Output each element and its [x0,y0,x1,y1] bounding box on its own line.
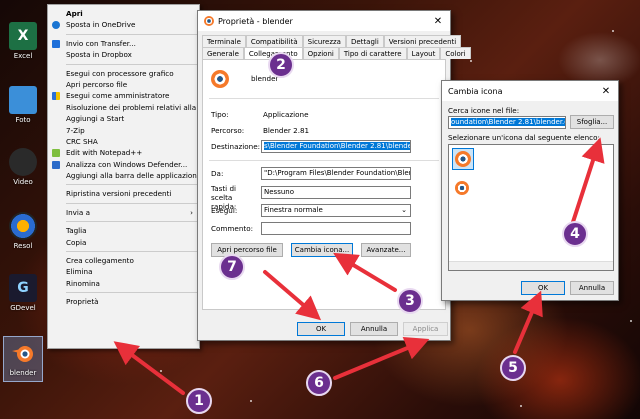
arrow-4 [571,137,605,224]
arrow-6 [333,337,430,380]
annotation-badge-7: 7 [219,254,245,280]
annotation-badge-5: 5 [500,355,526,381]
annotation-badge-1: 1 [186,388,212,414]
arrow-7 [263,270,322,321]
annotation-badge-3: 3 [397,288,423,314]
arrow-5 [513,290,543,354]
arrow-1 [113,341,185,395]
annotation-badge-2: 2 [268,52,294,78]
annotation-arrows [113,137,605,395]
annotation-badge-4: 4 [562,221,588,247]
arrow-3 [333,252,397,292]
annotation-badge-6: 6 [306,370,332,396]
